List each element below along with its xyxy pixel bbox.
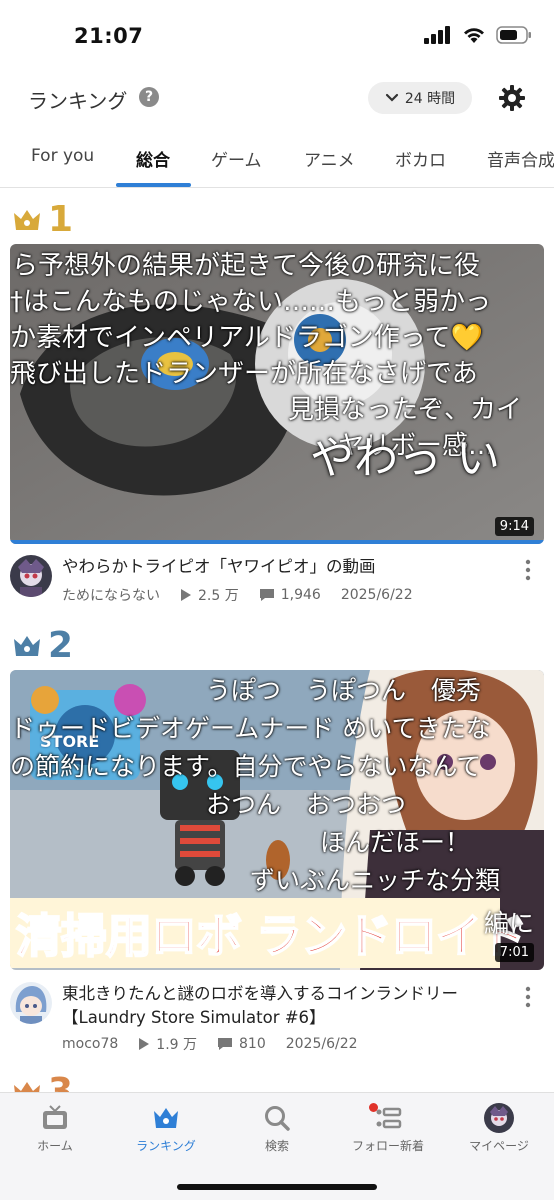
cellular-signal-icon [424, 26, 450, 44]
video-title[interactable]: やわらかトライピオ「ヤワイピオ」の動画 [62, 555, 502, 579]
more-options-icon[interactable] [518, 985, 538, 1009]
view-count: 1.9 万 [156, 1037, 197, 1053]
comment-count: 1,946 [280, 587, 321, 603]
header: ランキング ? 24 時間 [0, 74, 554, 124]
tab-game[interactable]: ゲーム [211, 146, 262, 171]
overlay-comment: †はこんなものじゃない……もっと弱かっ [10, 287, 492, 317]
video-meta: moco78 1.9 万 810 2025/6/22 [62, 1034, 358, 1054]
nav-label: 検索 [264, 1139, 289, 1153]
watch-progress-bar [10, 540, 544, 544]
crown-icon [14, 210, 40, 230]
tab-vocaloid[interactable]: ボカロ [395, 146, 446, 171]
channel-avatar[interactable] [10, 982, 52, 1024]
channel-name[interactable]: moco78 [62, 1036, 118, 1052]
tab-voice-synthesis[interactable]: 音声合成 [487, 146, 554, 171]
nav-search[interactable]: 検索 [222, 1103, 332, 1154]
overlay-comment: か素材でインペリアルドラゴン作って💛 [10, 323, 483, 353]
overlay-comment: ほんだほー！ [320, 828, 471, 857]
rank-1-header: 1 [12, 202, 73, 238]
upload-date: 2025/6/22 [285, 1036, 358, 1052]
overlay-comment: 編に [484, 909, 535, 938]
notification-badge [369, 1103, 378, 1112]
nav-label: ランキング [136, 1139, 196, 1153]
comment-overlay-2: うぽつ うぽつん 優秀 ドゥードビデオゲームナード めいてきたな の節約になりま… [10, 672, 544, 900]
active-tab-indicator [116, 183, 191, 187]
video-thumbnail-1[interactable]: ら予想外の結果が起きて今後の研究に役 †はこんなものじゃない……もっと弱かっ か… [10, 244, 544, 544]
video-thumbnail-2[interactable]: 清掃用ロボ ランドロイド STORE うぽつ うぽつん 優秀 ドゥードビデオゲー… [10, 670, 544, 970]
play-count-icon [139, 1038, 150, 1050]
tv-icon [43, 1105, 67, 1129]
comment-count: 810 [239, 1036, 266, 1052]
comment-icon [218, 1038, 232, 1050]
nav-follow-feed[interactable]: フォロー新着 [333, 1103, 443, 1154]
rank-number: 1 [48, 199, 74, 240]
overlay-comment-large: やわっ い [310, 433, 500, 484]
status-bar: 21:07 [0, 0, 554, 74]
more-options-icon[interactable] [518, 558, 538, 582]
avatar [484, 1103, 514, 1133]
category-tabs: For you 総合 ゲーム アニメ ボカロ 音声合成 [0, 132, 554, 188]
question-icon[interactable]: ? [139, 87, 159, 107]
overlay-comment: 飛び出したドランザーが所在なさげであ [10, 359, 478, 389]
video-meta: ためにならない 2.5 万 1,946 2025/6/22 [62, 585, 413, 605]
status-icons [424, 26, 532, 44]
nav-label: マイページ [469, 1139, 529, 1153]
wifi-icon [464, 28, 484, 43]
overlay-comment: ずいぶんニッチな分類 [250, 866, 501, 895]
nav-label: ホーム [37, 1139, 73, 1153]
play-count-icon [181, 589, 191, 601]
overlay-comment: うぽつ うぽつん 優秀 [206, 676, 482, 705]
nav-mypage[interactable]: マイページ [444, 1103, 554, 1154]
crown-icon [14, 636, 40, 656]
crown-icon [154, 1108, 178, 1128]
overlay-comment: の節約になります。自分でやらないなんて [10, 752, 482, 781]
overlay-comment: ら予想外の結果が起きて今後の研究に役 [12, 251, 481, 281]
video-title[interactable]: 東北きりたんと謎のロボを導入するコインランドリー【Laundry Store S… [62, 982, 502, 1030]
page-title: ランキング [28, 89, 128, 113]
comment-icon [259, 589, 274, 601]
upload-date: 2025/6/22 [340, 587, 413, 603]
overlay-comment: ドゥードビデオゲームナード めいてきたな [10, 714, 491, 743]
video-duration: 9:14 [494, 517, 534, 536]
channel-avatar[interactable] [10, 555, 52, 597]
nav-ranking[interactable]: ランキング [111, 1103, 221, 1154]
video-duration: 7:01 [494, 943, 534, 962]
channel-name[interactable]: ためにならない [62, 585, 160, 605]
nav-label: フォロー新着 [351, 1139, 424, 1153]
home-indicator [177, 1184, 377, 1190]
chevron-down-icon [385, 93, 398, 102]
tab-all[interactable]: 総合 [136, 146, 170, 171]
tab-for-you[interactable]: For you [31, 146, 94, 166]
gear-icon[interactable] [498, 84, 526, 112]
status-time: 21:07 [74, 24, 144, 48]
period-select-button[interactable]: 24 時間 [368, 82, 472, 114]
rank-number: 2 [48, 625, 74, 666]
search-icon [265, 1106, 290, 1131]
overlay-comment: おつん おつおつ [206, 790, 407, 819]
view-count: 2.5 万 [198, 588, 239, 604]
tab-anime[interactable]: アニメ [304, 146, 355, 171]
battery-icon [496, 26, 531, 44]
rank-2-header: 2 [12, 628, 73, 664]
thumbnail-banner-text: 清掃用ロボ ランドロイド [15, 908, 528, 964]
period-label: 24 時間 [404, 91, 456, 107]
nav-home[interactable]: ホーム [0, 1103, 110, 1154]
